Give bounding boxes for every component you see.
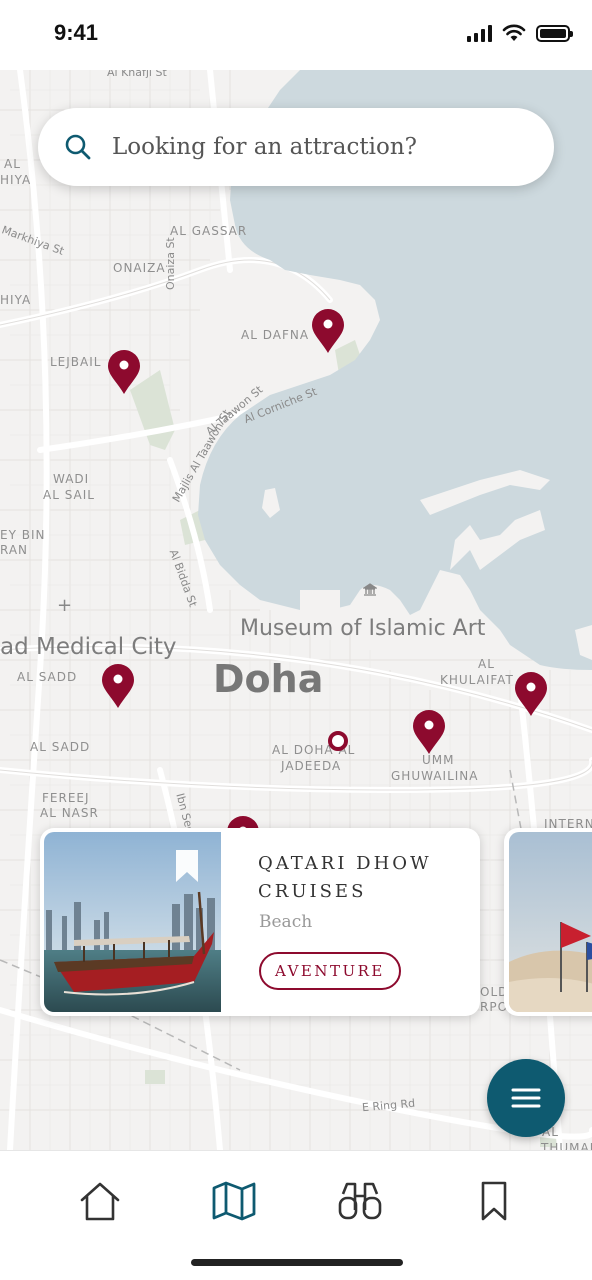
menu-button[interactable] [487, 1059, 565, 1137]
bottom-nav [0, 1150, 592, 1280]
map-pin-icon[interactable] [514, 672, 548, 718]
map-label: UMM [422, 753, 455, 767]
map-label: AL NASR [40, 806, 99, 820]
map-label: FEREEJ [42, 791, 90, 805]
map-label: RAN [0, 543, 29, 557]
attraction-title: QATARI DHOW CRUISES [258, 853, 432, 902]
map-pin-icon[interactable] [101, 664, 135, 710]
wifi-icon [502, 24, 526, 41]
map-label: WADI [53, 472, 90, 486]
map-label: AL SAIL [43, 488, 95, 502]
signal-icon [467, 24, 492, 42]
home-icon [80, 1182, 120, 1221]
map-label: Al Khafji St [107, 70, 167, 79]
map-label: Museum of Islamic Art [240, 616, 486, 641]
next-attraction-card[interactable] [504, 828, 592, 1016]
map-label: AL [4, 157, 21, 171]
map-label: Doha [213, 657, 324, 701]
map-label: JADEEDA [281, 759, 342, 773]
attraction-card[interactable]: QATARI DHOW CRUISES Beach AVENTURE [40, 828, 480, 1016]
next-attraction-photo [509, 832, 592, 1012]
map-label: ONAIZA [113, 261, 166, 275]
map-label: HIYA [0, 173, 32, 187]
attraction-category: Beach [259, 912, 313, 932]
map-label: AL [478, 657, 495, 671]
search-icon [65, 134, 91, 160]
home-indicator [191, 1259, 403, 1266]
bookmark-icon [481, 1181, 507, 1221]
map-icon [212, 1181, 256, 1221]
map-label: AL DAFNA [241, 328, 310, 342]
map-label: AL SADD [17, 670, 78, 684]
binoculars-icon [338, 1182, 382, 1220]
nav-map[interactable] [210, 1179, 258, 1223]
status-time: 9:41 [54, 20, 99, 45]
map-pin-icon[interactable] [311, 309, 345, 355]
map-label: AL GASSAR [170, 224, 248, 238]
current-location-marker[interactable] [328, 731, 348, 751]
search-input[interactable]: Looking for an attraction? [112, 134, 417, 160]
map-label: KHULAIFAT [440, 673, 514, 687]
nav-saved[interactable] [470, 1179, 518, 1223]
map-label: ad Medical City [0, 634, 177, 660]
map-label: AL SADD [30, 740, 91, 754]
map-label: Onaiza St [164, 237, 177, 290]
museum-icon [363, 583, 377, 596]
map-label: EY BIN [0, 528, 46, 542]
map-pin-icon[interactable] [412, 710, 446, 756]
status-bar: 9:41 [0, 0, 592, 70]
nav-explore[interactable] [336, 1179, 384, 1223]
attraction-tag[interactable]: AVENTURE [259, 952, 401, 990]
status-icons [467, 24, 573, 42]
map-label: GHUWAILINA [391, 769, 479, 783]
map-label: HIYA [0, 293, 32, 307]
search-bar[interactable]: Looking for an attraction? [38, 108, 554, 186]
map-label: THUMAMA [541, 1141, 592, 1150]
battery-icon [536, 24, 573, 42]
nav-home[interactable] [76, 1179, 124, 1223]
bookmark-icon[interactable] [174, 848, 200, 884]
map-plus-icon: + [57, 595, 74, 616]
map-pin-icon[interactable] [107, 350, 141, 396]
menu-icon [511, 1088, 541, 1108]
map-label: LEJBAIL [50, 355, 102, 369]
